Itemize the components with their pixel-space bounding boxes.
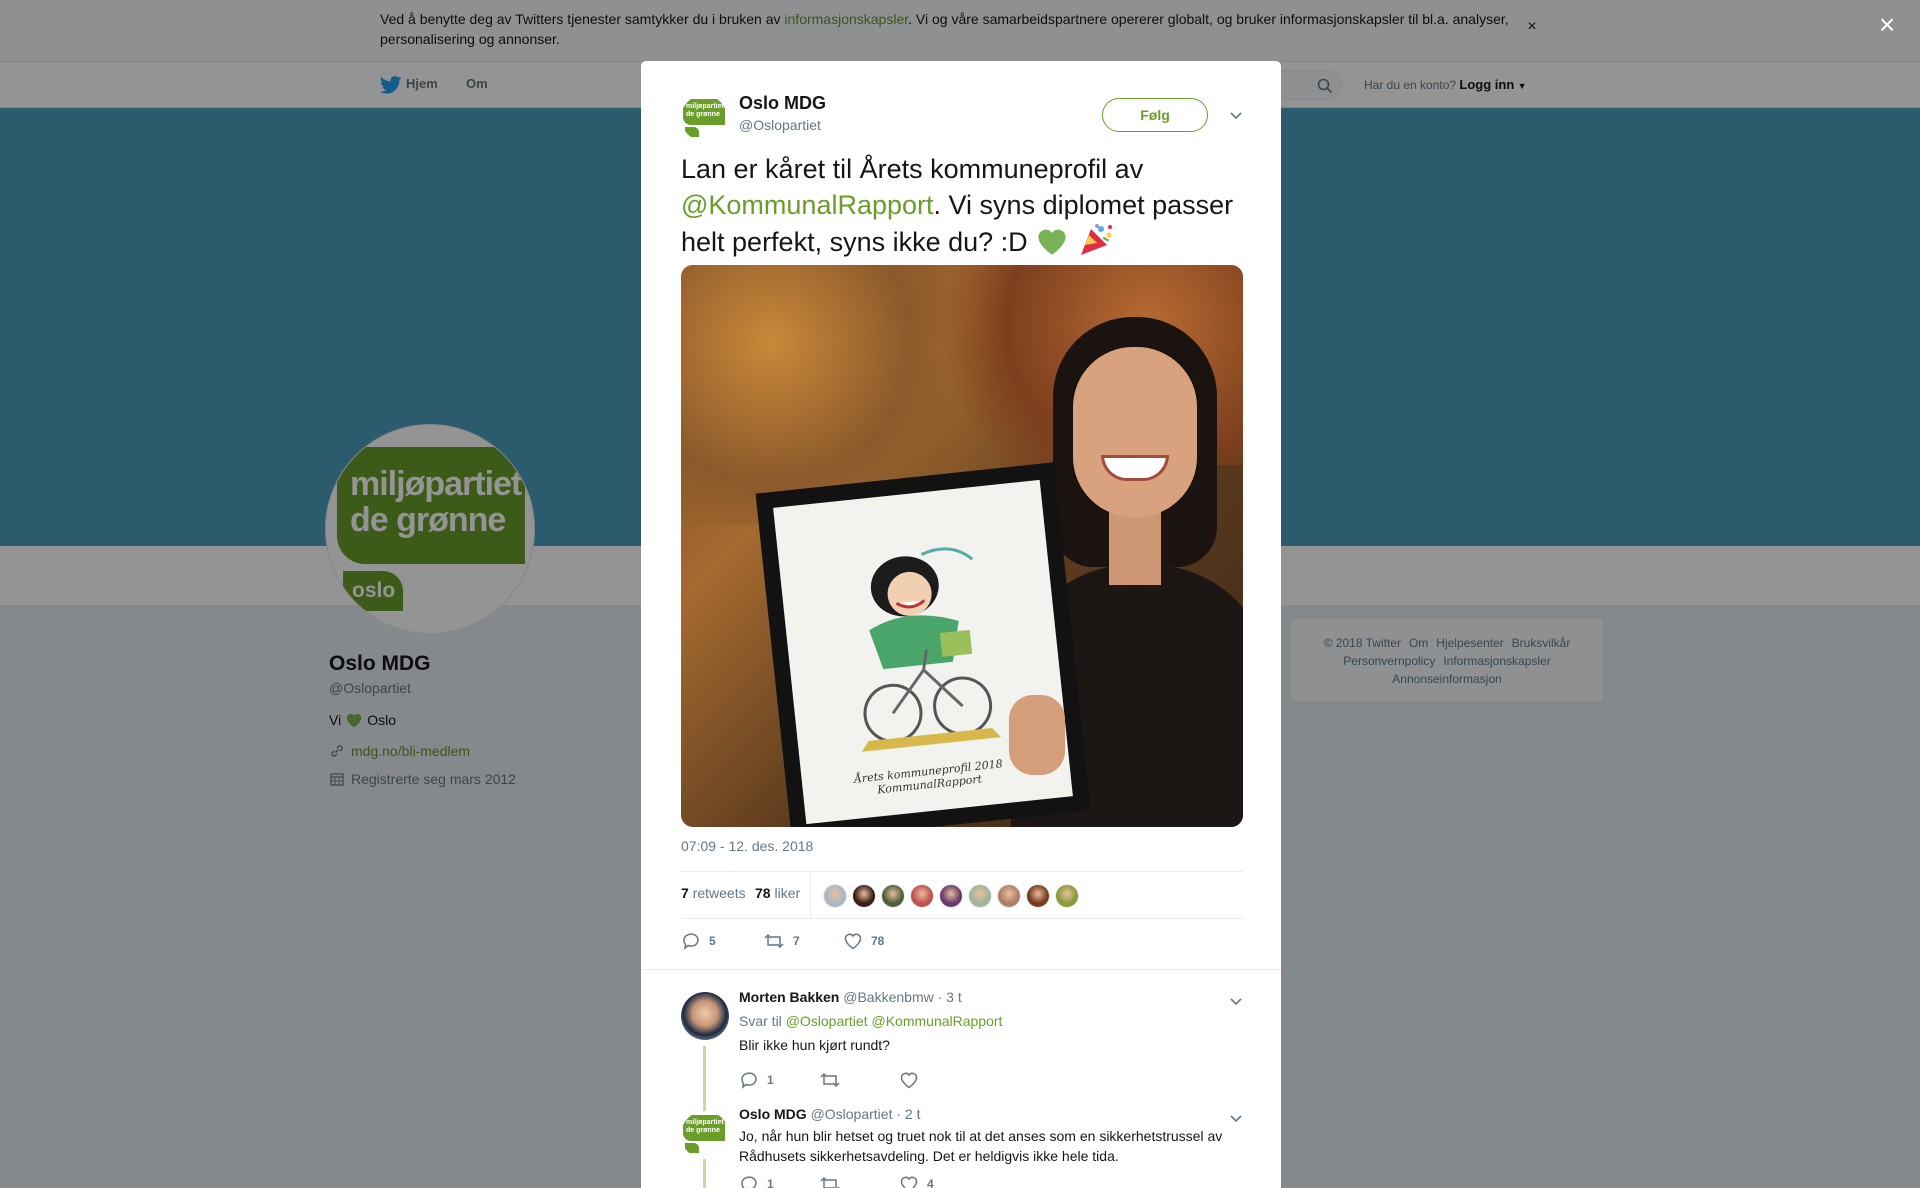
reply-to-line: Svar til @Oslopartiet @KommunalRapport [739,1013,1002,1029]
tweet-stats: 7 retweets 78 liker [681,871,1243,919]
heart-icon [844,933,862,950]
liker-avatar[interactable] [852,884,876,908]
liker-avatar[interactable] [881,884,905,908]
avatar-logo-text: miljøpartiet de grønne [686,103,724,118]
reply-time[interactable]: · 2 t [896,1106,920,1122]
reply-time[interactable]: · 3 t [938,989,962,1005]
reply-action[interactable]: 5 [681,931,716,951]
retweets-stat-label: retweets [692,885,746,901]
heart-icon [900,1176,918,1188]
tweet-actions: 5 7 78 [681,931,1243,955]
like-action[interactable]: 78 [843,931,884,951]
reply-author-handle[interactable]: @Bakkenbmw [843,989,933,1005]
photo-person-hand [1009,695,1065,775]
reply-header: Morten Bakken @Bakkenbmw · 3 t [739,989,962,1005]
photo-person-neck [1109,505,1161,585]
tweet-text: Lan er kåret til Årets kommuneprofil av … [681,151,1241,260]
avatar-logo-text: miljøpartiet de grønne [686,1119,724,1134]
chevron-down-icon[interactable] [1226,991,1246,1011]
photo-person-face [1073,347,1197,517]
tweet-timestamp[interactable]: 07:09 - 12. des. 2018 [681,838,813,854]
liker-avatar[interactable] [910,884,934,908]
photo-caricature-drawing [861,547,1002,752]
avatar-logo-oslo-block [685,127,699,137]
reply-action[interactable]: 1 [739,1174,774,1188]
likes-stat[interactable]: 78 liker [755,885,800,901]
reply-count: 1 [767,1073,774,1087]
tweet-mention-link[interactable]: @KommunalRapport [681,190,934,220]
conversation-thread-line [703,1165,706,1188]
liker-avatar[interactable] [939,884,963,908]
tweet-photo[interactable]: Årets kommuneprofil 2018 KommunalRapport [681,265,1243,827]
replies-divider [641,969,1281,970]
reply-author-name[interactable]: Oslo MDG [739,1106,807,1122]
reply-count: 5 [709,934,716,948]
heart-icon [900,1072,918,1089]
liker-avatar[interactable] [968,884,992,908]
party-popper-icon [1080,224,1112,255]
reply-actions: 1 [739,1070,1039,1092]
reply-actions: 1 4 [739,1174,1039,1188]
retweet-icon [820,1176,840,1188]
reply-author-name[interactable]: Morten Bakken [739,989,839,1005]
reply-text: Jo, når hun blir hetset og truet nok til… [739,1128,1223,1164]
green-heart-icon [1038,229,1066,255]
retweet-count: 7 [793,934,800,948]
retweet-action[interactable] [819,1070,849,1090]
tweet-modal: miljøpartiet de grønne Oslo MDG @Oslopar… [641,61,1281,1188]
retweets-stat-count: 7 [681,885,689,901]
modal-close-button[interactable]: × [1872,10,1902,40]
retweet-action[interactable]: 7 [763,931,800,951]
liker-avatars [823,884,1079,908]
reply-icon [683,933,699,950]
likes-stat-count: 78 [755,885,771,901]
tweet-author-handle[interactable]: @Oslopartiet [739,117,821,133]
tweet-text-part1: Lan er kåret til Årets kommuneprofil av [681,154,1144,184]
like-count: 78 [871,934,885,948]
chevron-down-icon[interactable] [1226,105,1246,125]
reply-to-mention[interactable]: @KommunalRapport [872,1013,1003,1029]
reply-to-mention[interactable]: @Oslopartiet [786,1013,868,1029]
like-action[interactable]: 4 [899,1174,934,1188]
reply-count: 1 [767,1177,774,1188]
stats-divider [810,872,811,918]
follow-button[interactable]: Følg [1102,98,1208,132]
liker-avatar[interactable] [997,884,1021,908]
reply-author-avatar[interactable] [681,992,729,1040]
reply-header: Oslo MDG @Oslopartiet · 2 t [739,1106,921,1122]
liker-avatar[interactable] [1055,884,1079,908]
likes-stat-label: liker [774,885,801,901]
reply-author-avatar[interactable]: miljøpartiet de grønne [681,1111,729,1159]
retweet-icon [764,933,784,949]
retweet-icon [820,1072,840,1088]
retweets-stat[interactable]: 7 retweets [681,885,746,901]
liker-avatar[interactable] [1026,884,1050,908]
reply-text: Blir ikke hun kjørt rundt? [739,1037,890,1053]
reply-icon [741,1072,757,1089]
tweet-author-avatar[interactable]: miljøpartiet de grønne [681,95,727,141]
reply-action[interactable]: 1 [739,1070,774,1090]
reply-icon [741,1176,757,1188]
liker-avatar[interactable] [823,884,847,908]
like-count: 4 [927,1177,934,1188]
like-action[interactable] [899,1070,927,1090]
reply-author-handle[interactable]: @Oslopartiet [811,1106,893,1122]
reply-to-label: Svar til [739,1013,782,1029]
chevron-down-icon[interactable] [1226,1108,1246,1128]
avatar-logo-oslo-block [685,1143,699,1153]
retweet-action[interactable] [819,1174,849,1188]
tweet-author-name[interactable]: Oslo MDG [739,93,826,114]
